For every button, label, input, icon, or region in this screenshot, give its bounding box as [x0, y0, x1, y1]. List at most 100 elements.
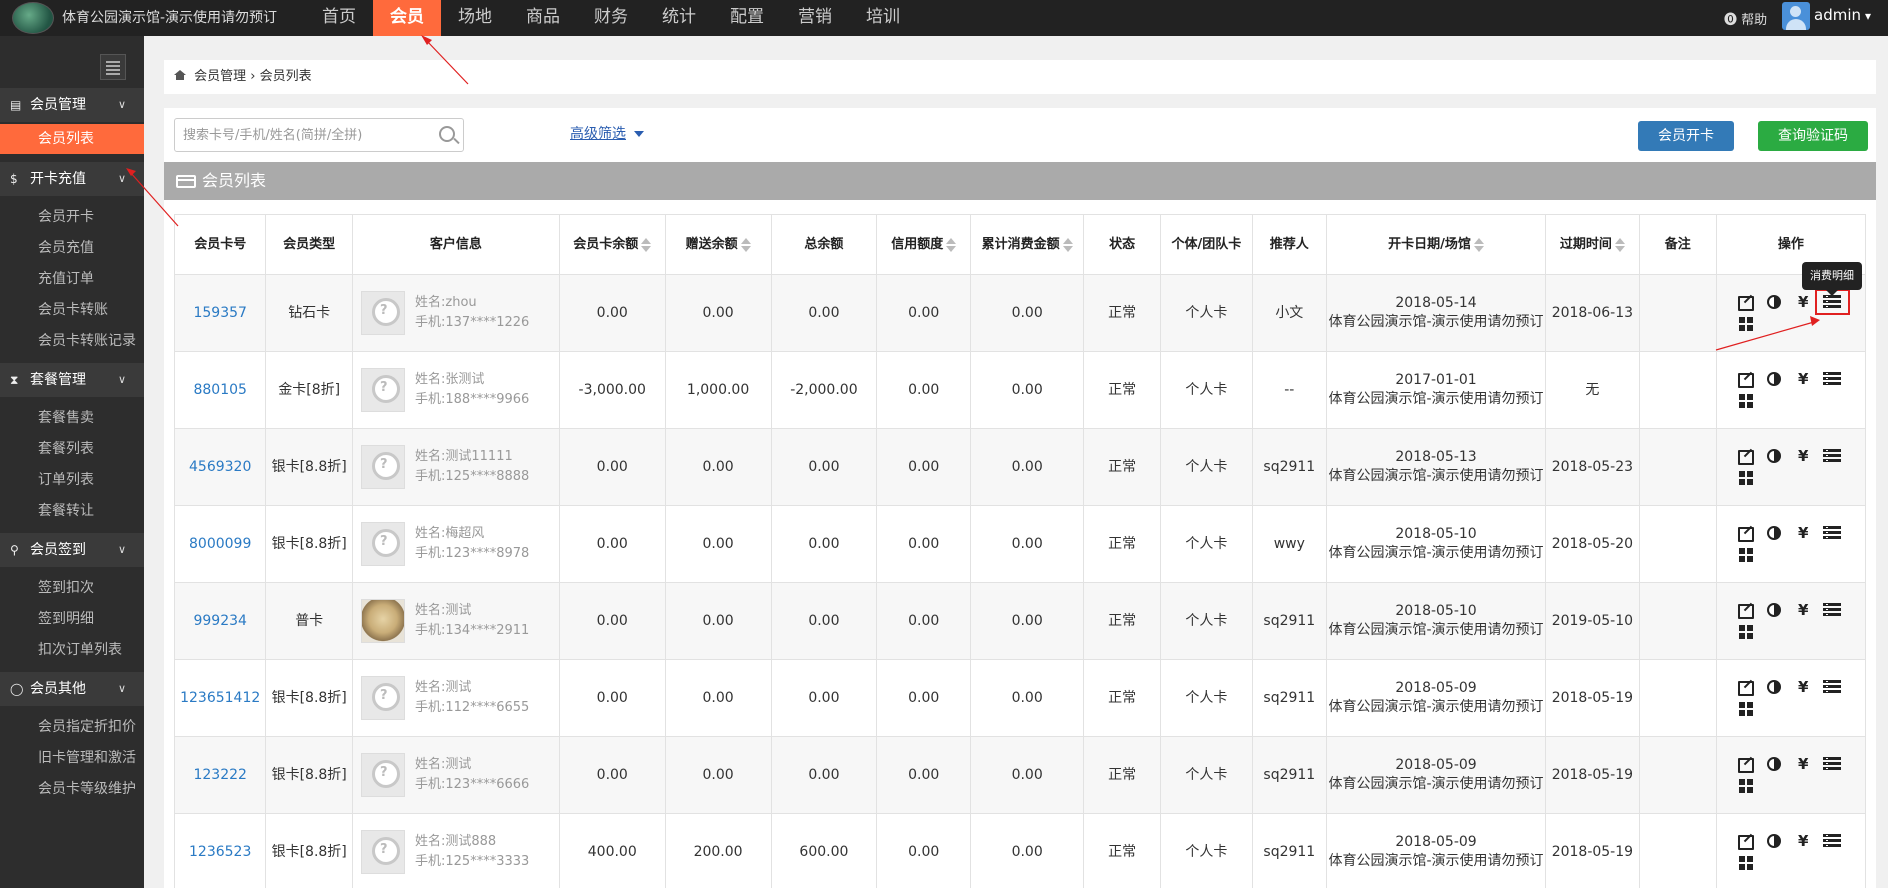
- sort-icon[interactable]: [641, 237, 652, 253]
- advanced-filter-link[interactable]: 高级筛选: [570, 123, 644, 143]
- grid-icon[interactable]: [1731, 622, 1760, 642]
- nav-item-2[interactable]: 场地: [441, 0, 509, 36]
- card-number-link[interactable]: 159357: [193, 305, 246, 321]
- contrast-icon[interactable]: [1760, 754, 1789, 774]
- sidebar-item-0-0[interactable]: 会员列表: [0, 124, 144, 154]
- edit-icon[interactable]: [1731, 292, 1760, 312]
- list-icon[interactable]: [1818, 523, 1847, 543]
- grid-icon[interactable]: [1731, 699, 1760, 719]
- list-icon[interactable]: [1818, 600, 1847, 620]
- sidebar-item-3-2[interactable]: 扣次订单列表: [0, 635, 144, 665]
- list-icon[interactable]: [1818, 831, 1847, 851]
- sidebar-section-2[interactable]: ⧗ 套餐管理 ∨: [0, 363, 144, 397]
- list-icon[interactable]: [1818, 754, 1847, 774]
- contrast-icon[interactable]: [1760, 292, 1789, 312]
- sidebar-item-1-3[interactable]: 会员卡转账: [0, 295, 144, 325]
- sort-icon[interactable]: [740, 237, 751, 253]
- sidebar-item-2-3[interactable]: 套餐转让: [0, 496, 144, 526]
- sidebar-item-4-0[interactable]: 会员指定折扣价: [0, 712, 144, 742]
- sort-icon[interactable]: [1614, 237, 1625, 253]
- grid-icon[interactable]: [1731, 776, 1760, 796]
- contrast-icon[interactable]: [1760, 523, 1789, 543]
- grid-icon[interactable]: [1731, 391, 1760, 411]
- edit-icon[interactable]: [1731, 600, 1760, 620]
- sidebar-section-0[interactable]: ▤ 会员管理 ∨: [0, 88, 144, 122]
- edit-icon[interactable]: [1731, 446, 1760, 466]
- yen-icon[interactable]: ¥: [1789, 523, 1818, 543]
- sort-icon[interactable]: [1062, 237, 1073, 253]
- card-number-link[interactable]: 123222: [193, 767, 246, 783]
- list-icon[interactable]: [1818, 369, 1847, 389]
- credit-limit: 0.00: [876, 582, 972, 660]
- sidebar-item-2-0[interactable]: 套餐售卖: [0, 403, 144, 433]
- yen-icon[interactable]: ¥: [1789, 600, 1818, 620]
- card-number-link[interactable]: 999234: [193, 613, 246, 629]
- sort-icon[interactable]: [946, 237, 957, 253]
- breadcrumb-parent[interactable]: 会员管理: [194, 69, 246, 84]
- column-header-3[interactable]: 会员卡余额: [558, 214, 666, 275]
- yen-icon[interactable]: ¥: [1789, 369, 1818, 389]
- grid-icon[interactable]: [1731, 853, 1760, 873]
- column-header-11[interactable]: 开卡日期/场馆: [1326, 214, 1546, 275]
- yen-icon[interactable]: ¥: [1789, 754, 1818, 774]
- yen-icon[interactable]: ¥: [1789, 446, 1818, 466]
- sidebar-item-4-1[interactable]: 旧卡管理和激活: [0, 743, 144, 773]
- search-icon[interactable]: [439, 126, 455, 142]
- card-number-link[interactable]: 8000099: [189, 536, 251, 552]
- list-icon[interactable]: [1818, 446, 1847, 466]
- nav-item-4[interactable]: 财务: [577, 0, 645, 36]
- nav-item-3[interactable]: 商品: [509, 0, 577, 36]
- sidebar-item-2-2[interactable]: 订单列表: [0, 465, 144, 495]
- edit-icon[interactable]: [1731, 369, 1760, 389]
- search-input[interactable]: [175, 119, 425, 151]
- open-card-button[interactable]: 会员开卡: [1638, 121, 1734, 151]
- nav-item-6[interactable]: 配置: [713, 0, 781, 36]
- nav-item-0[interactable]: 首页: [305, 0, 373, 36]
- sidebar-item-3-0[interactable]: 签到扣次: [0, 573, 144, 603]
- card-number-link[interactable]: 123651412: [180, 690, 260, 706]
- grid-icon[interactable]: [1731, 545, 1760, 565]
- sidebar-item-3-1[interactable]: 签到明细: [0, 604, 144, 634]
- edit-icon[interactable]: [1731, 523, 1760, 543]
- card-number-link[interactable]: 880105: [193, 382, 246, 398]
- sidebar-item-1-4[interactable]: 会员卡转账记录: [0, 326, 144, 356]
- sidebar-item-1-1[interactable]: 会员充值: [0, 233, 144, 263]
- sidebar-item-1-0[interactable]: 会员开卡: [0, 202, 144, 232]
- grid-icon[interactable]: [1731, 314, 1760, 334]
- sidebar-section-1[interactable]: $ 开卡充值 ∨: [0, 162, 144, 196]
- edit-icon[interactable]: [1731, 831, 1760, 851]
- column-header-12[interactable]: 过期时间: [1544, 214, 1640, 275]
- nav-item-5[interactable]: 统计: [645, 0, 713, 36]
- nav-item-1[interactable]: 会员: [373, 0, 441, 36]
- user-menu[interactable]: admin: [1814, 6, 1871, 24]
- sidebar-item-4-2[interactable]: 会员卡等级维护: [0, 774, 144, 804]
- contrast-icon[interactable]: [1760, 446, 1789, 466]
- column-header-7[interactable]: 累计消费金额: [970, 214, 1085, 275]
- sort-icon[interactable]: [1473, 237, 1484, 253]
- help-link[interactable]: ⓿ 帮助: [1724, 9, 1767, 28]
- verify-code-button[interactable]: 查询验证码: [1758, 121, 1868, 151]
- contrast-icon[interactable]: [1760, 677, 1789, 697]
- column-header-6[interactable]: 信用额度: [876, 214, 972, 275]
- yen-icon[interactable]: ¥: [1789, 831, 1818, 851]
- column-header-4[interactable]: 赠送余额: [664, 214, 772, 275]
- user-avatar[interactable]: [1782, 2, 1810, 30]
- yen-icon[interactable]: ¥: [1789, 292, 1818, 312]
- contrast-icon[interactable]: [1760, 831, 1789, 851]
- yen-icon[interactable]: ¥: [1789, 677, 1818, 697]
- nav-item-7[interactable]: 营销: [781, 0, 849, 36]
- grid-icon[interactable]: [1731, 468, 1760, 488]
- contrast-icon[interactable]: [1760, 369, 1789, 389]
- card-number-link[interactable]: 4569320: [189, 459, 251, 475]
- sidebar-section-3[interactable]: ⚲ 会员签到 ∨: [0, 533, 144, 567]
- nav-item-8[interactable]: 培训: [849, 0, 917, 36]
- edit-icon[interactable]: [1731, 677, 1760, 697]
- sidebar-section-4[interactable]: ◯ 会员其他 ∨: [0, 672, 144, 706]
- card-number-link[interactable]: 1236523: [189, 844, 251, 860]
- menu-toggle-icon[interactable]: [100, 54, 126, 80]
- contrast-icon[interactable]: [1760, 600, 1789, 620]
- sidebar-item-1-2[interactable]: 充值订单: [0, 264, 144, 294]
- edit-icon[interactable]: [1731, 754, 1760, 774]
- list-icon[interactable]: [1818, 677, 1847, 697]
- sidebar-item-2-1[interactable]: 套餐列表: [0, 434, 144, 464]
